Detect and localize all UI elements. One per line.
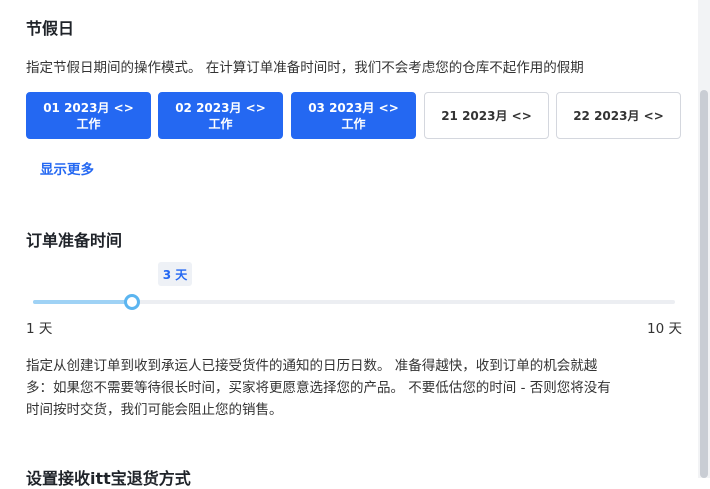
slider-fill <box>33 300 133 304</box>
holiday-day-date: 22 2023月 <> <box>573 108 664 123</box>
scrollbar-track[interactable] <box>698 0 710 478</box>
prep-description-line: 指定从创建订单到收到承运人已接受货件的通知的日历日数。 准备得越快，收到订单的机… <box>26 358 598 374</box>
holiday-day-mode: 工作 <box>341 116 366 131</box>
holiday-day-button[interactable]: 22 2023月 <> <box>556 92 681 139</box>
holiday-day-mode: 工作 <box>208 116 233 131</box>
holiday-day-button[interactable]: 21 2023月 <> <box>424 92 549 139</box>
slider-max-label: 10 天 <box>647 321 682 337</box>
slider-min-label: 1 天 <box>26 321 53 337</box>
slider-handle[interactable] <box>124 294 141 310</box>
returns-section-title: 设置接收itt宝退货方式 <box>26 469 191 488</box>
prep-time-section-title: 订单准备时间 <box>26 231 123 250</box>
prep-time-description: 指定从创建订单到收到承运人已接受货件的通知的日历日数。 准备得越快，收到订单的机… <box>26 355 686 421</box>
show-more-link[interactable]: 显示更多 <box>40 158 94 178</box>
slider-value-tooltip: 3 天 <box>158 262 192 286</box>
prep-description-line: 时间按时交货，我们可能会阻止您的销售。 <box>26 402 283 418</box>
prep-description-line: 多：如果您不需要等待很长时间，买家将更愿意选择您的产品。 不要低估您的时间 - … <box>26 380 611 396</box>
holiday-day-button[interactable]: 01 2023月 <> 工作 <box>26 92 151 139</box>
holiday-description: 指定节假日期间的操作模式。 在计算订单准备时间时，我们不会考虑您的仓库不起作用的… <box>26 60 584 76</box>
holiday-section-title: 节假日 <box>26 19 75 38</box>
holiday-day-mode: 工作 <box>76 116 101 131</box>
holiday-day-button[interactable]: 02 2023月 <> 工作 <box>158 92 283 139</box>
holiday-day-date: 01 2023月 <> <box>43 100 134 115</box>
scrollbar-thumb[interactable] <box>700 90 708 478</box>
holiday-day-date: 21 2023月 <> <box>441 108 532 123</box>
holiday-day-date: 03 2023月 <> <box>308 100 399 115</box>
holiday-day-button[interactable]: 03 2023月 <> 工作 <box>291 92 416 139</box>
holiday-day-date: 02 2023月 <> <box>175 100 266 115</box>
